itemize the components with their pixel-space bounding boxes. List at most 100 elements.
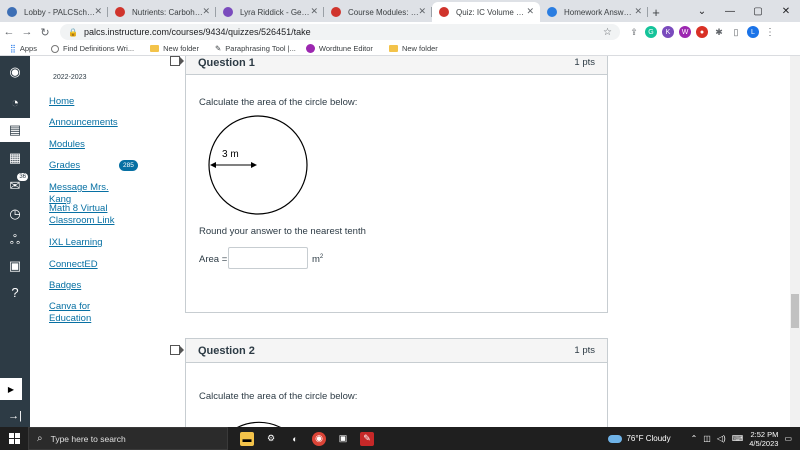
close-icon[interactable]: ✕ — [310, 6, 318, 17]
browser-tab[interactable]: Lyra Riddick - Geometr ✕ — [216, 2, 324, 22]
browser-tab[interactable]: Lobby - PALCSchool ✕ — [0, 2, 108, 22]
weather-widget[interactable]: 76°F Cloudy — [608, 434, 671, 443]
course-nav-announcements[interactable]: Announcements — [49, 117, 129, 129]
back-arrow-icon[interactable]: ← — [0, 26, 18, 38]
taskbar-apps: ▬ ⚙ ◐ ◉ ▣ ✎ — [240, 431, 374, 446]
bookmark-item[interactable]: Wordtune Editor — [305, 44, 373, 53]
forward-arrow-icon[interactable]: → — [18, 26, 36, 38]
bookmark-apps[interactable]: ⣿ Apps — [10, 44, 37, 53]
browser-tab-strip: Lobby - PALCSchool ✕ Nutrients: Carbohyd… — [0, 0, 800, 22]
more-menu-icon[interactable]: ⋮ — [764, 26, 776, 38]
bookmark-folder[interactable]: New folder — [388, 44, 438, 53]
file-explorer-icon[interactable]: ▬ — [240, 431, 254, 446]
inbox-icon[interactable]: ✉ 36 — [0, 173, 30, 198]
share-icon[interactable]: ⇪ — [628, 26, 640, 38]
course-nav-virtual-classroom[interactable]: Math 8 Virtual Classroom Link — [49, 203, 129, 227]
chevron-up-icon[interactable]: ⌃ — [691, 434, 698, 443]
tab-favicon-icon — [331, 7, 341, 17]
bookmark-label: Apps — [19, 44, 37, 53]
browser-toolbar: ← → ↻ 🔒 palcs.instructure.com/courses/94… — [0, 22, 800, 42]
courses-icon[interactable]: ▤ — [0, 118, 30, 142]
browser-tab[interactable]: Course Modules: Mat ✕ — [324, 2, 432, 22]
keyboard-icon[interactable]: ⌨ — [732, 434, 744, 443]
question-points: 1 pts — [574, 57, 595, 68]
history-icon[interactable]: ◷ — [0, 202, 30, 226]
bookmark-label: Paraphrasing Tool |... — [225, 44, 296, 53]
chrome-icon[interactable]: ◉ — [312, 431, 326, 446]
close-icon[interactable]: ✕ — [94, 6, 102, 17]
wordtune-icon — [305, 44, 315, 53]
tab-label: Nutrients: Carbohydra — [132, 7, 204, 17]
folder-icon — [150, 45, 160, 52]
tab-label: Quiz: IC Volume of Co — [456, 7, 528, 17]
sidebar-icon[interactable]: ▯ — [730, 26, 742, 38]
avatar[interactable]: L — [747, 26, 759, 38]
address-bar[interactable]: 🔒 palcs.instructure.com/courses/9434/qui… — [60, 24, 620, 40]
tab-favicon-icon — [547, 7, 557, 17]
window-controls: ⌄ — ▢ ✕ — [688, 0, 800, 22]
collapse-nav-icon[interactable]: →| — [0, 405, 30, 427]
flag-question-icon[interactable] — [170, 345, 184, 355]
close-icon[interactable]: ✕ — [202, 6, 210, 17]
term-label: 2022-2023 — [53, 74, 87, 81]
red-extension-icon[interactable]: ● — [696, 26, 708, 38]
grammarly-icon[interactable]: G — [645, 26, 657, 38]
groups-icon[interactable]: ஃ — [0, 228, 30, 252]
question-card: Question 1 1 pts Calculate the area of t… — [185, 56, 608, 313]
notifications-icon[interactable]: ▭ — [784, 434, 792, 443]
dashboard-icon[interactable]: ◔ — [0, 90, 30, 114]
network-icon[interactable]: ◫ — [703, 434, 711, 443]
help-icon[interactable]: ? — [0, 280, 30, 304]
close-icon[interactable]: ✕ — [418, 6, 426, 17]
bookmark-item[interactable]: ✎ Paraphrasing Tool |... — [215, 44, 296, 53]
scrollbar-thumb[interactable] — [791, 294, 799, 328]
studio-icon[interactable]: ▣ — [0, 254, 30, 278]
pen-app-icon[interactable]: ✎ — [360, 431, 374, 446]
minimize-icon[interactable]: — — [716, 0, 744, 22]
browser-tab[interactable]: Nutrients: Carbohydra ✕ — [108, 2, 216, 22]
close-icon[interactable]: ✕ — [526, 6, 534, 17]
play-icon[interactable]: ▶ — [0, 378, 22, 400]
course-nav-ixl[interactable]: IXL Learning — [49, 237, 129, 249]
course-nav-modules[interactable]: Modules — [49, 139, 129, 151]
flag-question-icon[interactable] — [170, 56, 184, 66]
star-icon[interactable]: ☆ — [603, 27, 612, 38]
hp-icon[interactable]: ◐ — [288, 432, 302, 446]
maximize-icon[interactable]: ▢ — [744, 0, 772, 22]
bookmark-item[interactable]: Find Definitions Wri... — [50, 44, 134, 53]
chevron-down-icon[interactable]: ⌄ — [688, 0, 716, 22]
volume-icon[interactable]: ◁) — [717, 434, 726, 443]
clock-date: 4/5/2023 — [749, 438, 779, 448]
cloud-icon — [608, 434, 623, 443]
page-scrollbar[interactable] — [790, 56, 800, 427]
course-nav-grades[interactable]: Grades — [49, 160, 129, 172]
bookmark-label: Wordtune Editor — [318, 44, 373, 53]
browser-tab[interactable]: Homework Answers H ✕ — [540, 2, 648, 22]
camera-icon[interactable]: ▣ — [336, 432, 350, 446]
kami-icon[interactable]: K — [662, 26, 674, 38]
browser-tab-active[interactable]: Quiz: IC Volume of Co ✕ — [432, 2, 540, 22]
area-answer-input[interactable] — [228, 247, 308, 269]
calendar-icon[interactable]: ▦ — [0, 146, 30, 170]
new-tab-button[interactable]: + — [648, 2, 664, 22]
clock[interactable]: 2:52 PM 4/5/2023 — [749, 430, 778, 448]
reload-icon[interactable]: ↻ — [36, 26, 54, 39]
settings-icon[interactable]: ⚙ — [264, 432, 278, 446]
bookmark-folder[interactable]: New folder — [150, 44, 199, 53]
course-nav-canva[interactable]: Canva for Education — [49, 301, 129, 325]
inbox-badge: 36 — [17, 173, 28, 181]
bookmarks-bar: ⣿ Apps Find Definitions Wri... New folde… — [0, 42, 800, 56]
windows-start-icon[interactable] — [0, 433, 28, 444]
puzzle-icon[interactable]: ✱ — [713, 26, 725, 38]
course-nav-badges[interactable]: Badges — [49, 280, 129, 292]
close-icon[interactable]: ✕ — [634, 6, 642, 17]
taskbar-search[interactable]: ⌕ Type here to search — [28, 427, 228, 450]
course-nav-connected[interactable]: ConnectED — [49, 259, 129, 271]
quiz-content: Question 1 1 pts Calculate the area of t… — [170, 56, 790, 427]
pen-icon: ✎ — [214, 44, 222, 53]
close-window-icon[interactable]: ✕ — [772, 0, 800, 22]
course-nav-home[interactable]: Home — [49, 96, 129, 108]
question-prompt: Calculate the area of the circle below: — [199, 97, 358, 108]
wordtune-icon[interactable]: W — [679, 26, 691, 38]
account-icon[interactable]: ◉ — [0, 60, 30, 84]
